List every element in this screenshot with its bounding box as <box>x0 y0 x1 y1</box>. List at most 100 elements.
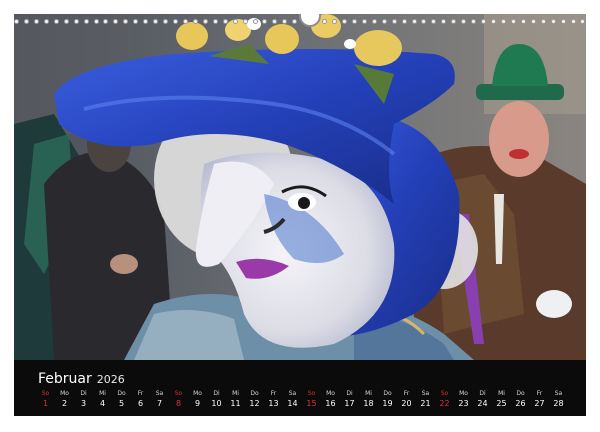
binding-hole <box>471 18 477 24</box>
weekday-label: Sa <box>155 390 164 397</box>
binding-hole <box>411 18 417 24</box>
weekday-label: Do <box>516 390 525 397</box>
day-cell: Fr 27 <box>530 390 549 410</box>
binding-hole <box>163 18 169 24</box>
weekday-label: Di <box>80 390 87 397</box>
day-number: 9 <box>194 399 201 408</box>
day-cell: Di 10 <box>207 390 226 410</box>
mask-right-face <box>489 101 549 177</box>
binding-hole <box>431 18 437 24</box>
binding-hole <box>133 18 139 24</box>
binding-hole <box>173 18 178 24</box>
day-cell: Sa 7 <box>150 390 169 410</box>
binding-hole <box>570 18 576 24</box>
binding-hole <box>292 18 298 24</box>
binding-hole <box>500 18 506 24</box>
day-cell: So 22 <box>435 390 454 410</box>
binding-hole <box>510 18 516 24</box>
day-cell: Do 12 <box>245 390 264 410</box>
binding-hole <box>43 18 49 24</box>
day-number: 5 <box>118 399 125 408</box>
green-hat-brim <box>476 84 564 100</box>
weekday-label: Sa <box>554 390 563 397</box>
day-cell: Fr 13 <box>264 390 283 410</box>
weekday-label: So <box>307 390 316 397</box>
day-cell: Do 26 <box>511 390 530 410</box>
binding-hole <box>550 18 556 24</box>
binding-hole <box>53 18 59 24</box>
binding-hole <box>391 18 397 24</box>
binding-hole <box>332 18 337 24</box>
month-year: 2026 <box>96 373 125 386</box>
day-cell: Do 19 <box>378 390 397 410</box>
binding-hole <box>520 18 526 24</box>
binding-hole <box>401 18 407 24</box>
binding-hole <box>123 18 129 24</box>
binding-hole <box>73 18 79 24</box>
binding-hole <box>282 18 288 24</box>
binding-hole <box>351 18 357 24</box>
weekday-label: Fr <box>403 390 410 397</box>
day-number: 4 <box>99 399 106 408</box>
day-number: 15 <box>306 399 317 408</box>
mask-eye-pupil <box>298 197 310 209</box>
weekday-label: Mo <box>60 390 69 397</box>
day-number: 18 <box>363 399 374 408</box>
weekday-label: Fr <box>536 390 543 397</box>
binding-hole <box>580 18 586 24</box>
weekday-label: Do <box>383 390 392 397</box>
day-cell: Do 5 <box>112 390 131 410</box>
carnival-mask-photo <box>14 14 586 360</box>
day-number: 2 <box>61 399 68 408</box>
binding-hole <box>272 18 278 24</box>
day-cell: Mo 23 <box>454 390 473 410</box>
day-number: 16 <box>325 399 336 408</box>
binding-hole <box>262 18 268 24</box>
day-row: So 1 Mo 2 Di 3 Mi 4 Do 5 Fr 6 Sa 7 So 8 Mo 9 Di 10 Mi 11 Do 12 F… <box>36 390 568 410</box>
binding-hole <box>361 18 367 24</box>
binding-hole <box>222 18 228 24</box>
weekday-label: Fr <box>137 390 144 397</box>
binding-hole <box>23 18 29 24</box>
binding-hole <box>252 18 258 24</box>
day-cell: Fr 20 <box>397 390 416 410</box>
day-cell: Di 24 <box>473 390 492 410</box>
day-number: 21 <box>420 399 431 408</box>
day-cell: Sa 28 <box>549 390 568 410</box>
day-cell: Sa 21 <box>416 390 435 410</box>
day-number: 7 <box>156 399 163 408</box>
day-cell: So 15 <box>302 390 321 410</box>
binding-hole <box>491 18 496 24</box>
binding-hole <box>461 18 467 24</box>
day-number: 22 <box>439 399 450 408</box>
binding-hole <box>63 18 69 24</box>
calendar-page: Februar 2026 So 1 Mo 2 Di 3 Mi 4 Do 5 Fr 6 Sa 7 So 8 Mo 9 D… <box>0 0 600 432</box>
day-cell: Mo 2 <box>55 390 74 410</box>
day-cell: Mo 16 <box>321 390 340 410</box>
weekday-label: Di <box>346 390 353 397</box>
day-number: 26 <box>515 399 526 408</box>
binding-hole <box>103 18 109 24</box>
weekday-label: Sa <box>288 390 297 397</box>
binding-hole <box>540 18 546 24</box>
day-cell: Fr 6 <box>131 390 150 410</box>
weekday-label: Fr <box>270 390 277 397</box>
binding-hole <box>421 18 427 24</box>
day-number: 17 <box>344 399 355 408</box>
day-cell: Mi 18 <box>359 390 378 410</box>
day-cell: Mo 9 <box>188 390 207 410</box>
weekday-label: Mo <box>459 390 468 397</box>
weekday-label: Do <box>117 390 126 397</box>
day-cell: Mi 4 <box>93 390 112 410</box>
day-cell: Mi 25 <box>492 390 511 410</box>
day-cell: Mi 11 <box>226 390 245 410</box>
day-number: 20 <box>401 399 412 408</box>
weekday-label: Mo <box>193 390 202 397</box>
day-number: 11 <box>230 399 241 408</box>
day-cell: So 8 <box>169 390 188 410</box>
binding-hole <box>202 18 208 24</box>
day-number: 10 <box>211 399 222 408</box>
binding-hole <box>530 18 536 24</box>
calendar-binding <box>14 14 586 28</box>
weekday-label: Di <box>479 390 486 397</box>
